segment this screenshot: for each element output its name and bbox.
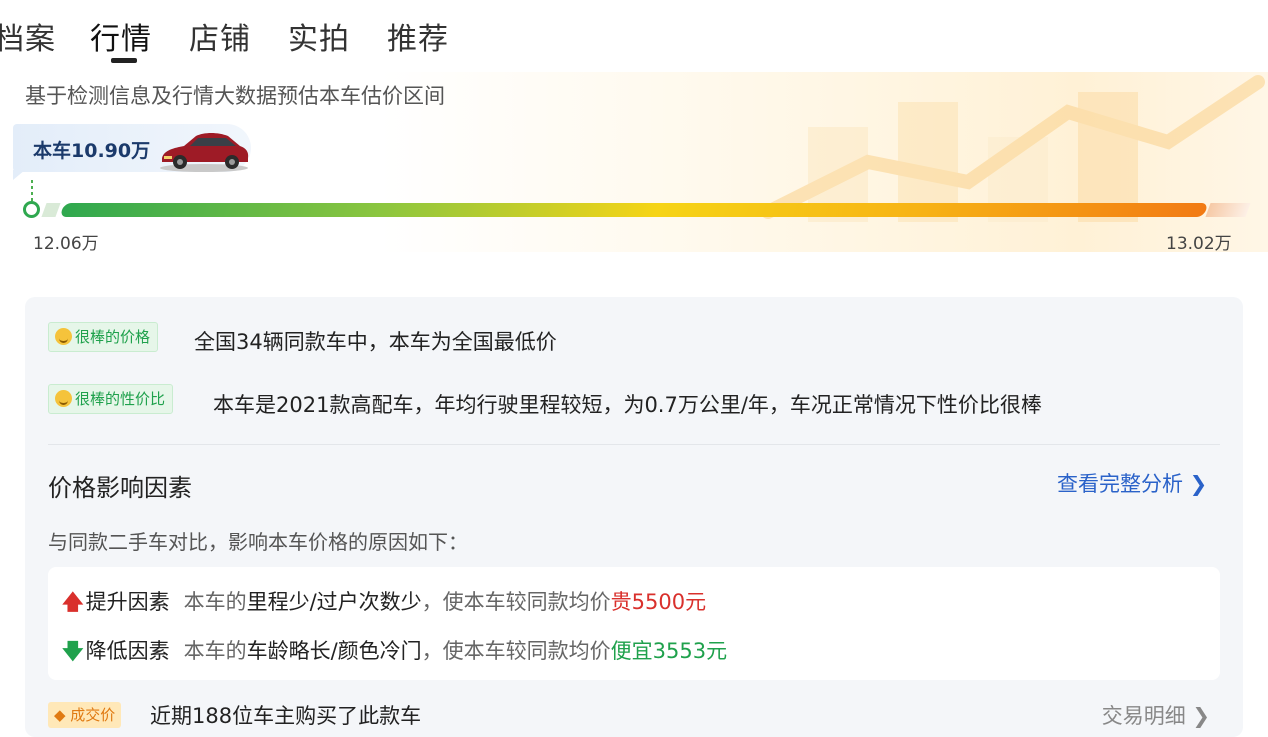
car-price-marker: [23, 201, 40, 218]
factor-down-label: 降低因素: [85, 639, 170, 663]
price-decrease-value: 便宜3553元: [610, 639, 728, 663]
active-tab-indicator: [111, 58, 137, 63]
chart-decoration-icon: [761, 75, 1265, 222]
deal-price-text: 近期188位车主购买了此款车: [150, 704, 422, 728]
tab-bar: 档案 行情 店铺 实拍 推荐: [0, 0, 1268, 70]
tab-recommend[interactable]: 推荐: [387, 14, 449, 58]
tab-store[interactable]: 店铺: [189, 14, 251, 58]
factor-up-label: 提升因素: [85, 590, 170, 614]
range-max-label: 13.02万: [1166, 234, 1232, 254]
car-icon: [160, 133, 249, 172]
tab-photos[interactable]: 实拍: [288, 14, 350, 58]
deal-price-tag: ◆ 成交价: [48, 702, 122, 728]
bubble-tail: [13, 170, 25, 180]
tab-archive[interactable]: 档案: [0, 14, 56, 58]
factor-down-row: 🡇降低因素 本车的车龄略长/颜色冷门，使本车较同款均价便宜3553元: [62, 639, 728, 663]
car-price-label: 本车10.90万: [33, 140, 151, 162]
great-price-tag: 很棒的价格: [48, 322, 159, 352]
arrow-up-icon: 🡅: [62, 590, 84, 614]
factor-up-row: 🡅提升因素 本车的里程少/过户次数少，使本车较同款均价贵5500元: [62, 590, 707, 614]
estimate-subtitle: 基于检测信息及行情大数据预估本车估价区间: [25, 84, 445, 108]
marker-dotted-line: [31, 180, 33, 202]
great-price-text: 全国34辆同款车中，本车为全国最低价: [194, 330, 557, 354]
range-min-label: 12.06万: [33, 234, 99, 254]
price-range-gauge: [59, 203, 1209, 217]
gauge-right-stub: [1205, 203, 1251, 217]
deal-price-row: ◆ 成交价 近期188位车主购买了此款车 交易明细 ❯: [48, 700, 1220, 730]
trade-details-link[interactable]: 交易明细 ❯: [1102, 700, 1210, 730]
smile-emoji-icon: [55, 390, 72, 407]
arrow-down-icon: 🡇: [62, 639, 84, 663]
divider: [48, 444, 1220, 445]
full-analysis-link[interactable]: 查看完整分析 ❯: [1057, 468, 1207, 498]
price-increase-value: 贵5500元: [610, 590, 707, 614]
great-value-text: 本车是2021款高配车，年均行驶里程较短，为0.7万公里/年，车况正常情况下性价…: [213, 393, 1042, 417]
smile-emoji-icon: [55, 328, 72, 345]
great-value-tag: 很棒的性价比: [48, 384, 174, 414]
tab-market[interactable]: 行情: [90, 14, 152, 58]
factors-title: 价格影响因素: [48, 474, 192, 502]
factors-description: 与同款二手车对比，影响本车价格的原因如下：: [48, 530, 468, 554]
